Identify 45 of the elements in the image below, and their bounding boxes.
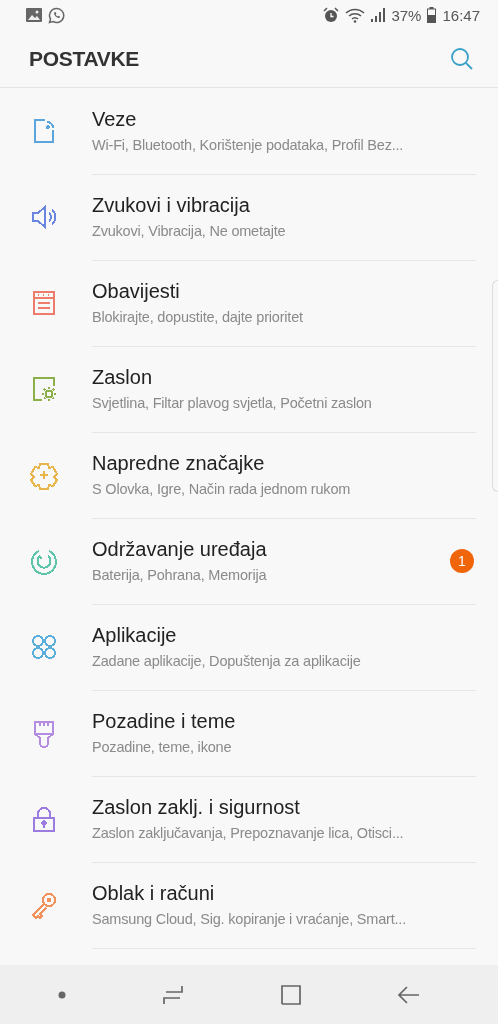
gallery-icon [26, 8, 42, 22]
settings-item[interactable]: Napredne značajke S Olovka, Igre, Način rada jednom rukom [0, 432, 498, 518]
wifi-icon [345, 7, 366, 23]
item-subtitle: Svjetlina, Filtar plavog svjetla, Početni zaslon [92, 395, 373, 411]
whatsapp-icon [48, 6, 65, 24]
settings-item[interactable]: Zvukovi i vibracija Zvukovi, Vibracija, Ne ometajte [0, 174, 498, 260]
search-icon[interactable] [450, 46, 474, 71]
recent-apps-icon[interactable] [162, 983, 184, 1006]
item-title: Zvukovi i vibracija [92, 194, 251, 217]
item-title: Održavanje uređaja [92, 538, 268, 561]
item-title: Zaslon [92, 366, 154, 389]
item-subtitle: Blokirajte, dopustite, dajte prioritet [92, 309, 304, 325]
back-icon[interactable] [398, 983, 420, 1006]
item-subtitle: Wi-Fi, Bluetooth, Korištenje podataka, Profil Bez... [92, 137, 405, 153]
item-subtitle: S Olovka, Igre, Način rada jednom rukom [92, 481, 352, 497]
item-title: Veze [92, 108, 138, 131]
settings-item[interactable]: Obavijesti Blokirajte, dopustite, dajte prioritet [0, 260, 498, 346]
item-subtitle: Pozadine, teme, ikone [92, 739, 233, 755]
item-subtitle: Baterija, Pohrana, Memorija [92, 567, 268, 583]
item-title: Obavijesti [92, 280, 181, 303]
page-title: POSTAVKE [29, 46, 140, 71]
item-subtitle: Samsung Cloud, Sig. kopiranje i vraćanje, Smart... [92, 911, 407, 927]
item-title: Oblak i računi [92, 882, 216, 905]
item-subtitle: Zaslon zaključavanja, Prepoznavanje lica, Otisci... [92, 825, 405, 841]
item-title: Aplikacije [92, 624, 178, 647]
settings-item[interactable]: Zaslon zaklj. i sigurnost Zaslon zaključavanja, Prepoznavanje lica, Otisci... [0, 776, 498, 862]
alarm-icon [323, 7, 340, 23]
home-icon[interactable] [280, 983, 302, 1006]
settings-item[interactable]: Oblak i računi Samsung Cloud, Sig. kopiranje i vraćanje, Smart... [0, 862, 498, 948]
clock-time: 16:47 [442, 6, 480, 24]
battery-percentage: 37% [391, 6, 422, 24]
signal-icon [371, 7, 386, 23]
dot-icon[interactable] [58, 990, 66, 999]
settings-item[interactable]: Pozadine i teme Pozadine, teme, ikone [0, 690, 498, 776]
battery-icon [427, 7, 437, 23]
item-subtitle: Zvukovi, Vibracija, Ne ometajte [92, 223, 287, 239]
notification-badge: 1 [450, 548, 474, 573]
item-subtitle: Zadane aplikacije, Dopuštenja za aplikacije [92, 653, 362, 669]
settings-item[interactable]: Održavanje uređaja Baterija, Pohrana, Memorija 1 [0, 518, 498, 604]
settings-item[interactable]: Aplikacije Zadane aplikacije, Dopuštenja za aplikacije [0, 604, 498, 690]
settings-item[interactable]: Veze Wi-Fi, Bluetooth, Korištenje podataka, Profil Bez... [0, 88, 498, 174]
item-title: Zaslon zaklj. i sigurnost [92, 796, 301, 819]
item-title: Napredne značajke [92, 452, 266, 475]
item-title: Pozadine i teme [92, 710, 237, 733]
settings-item[interactable]: Zaslon Svjetlina, Filtar plavog svjetla, Početni zaslon [0, 346, 498, 432]
